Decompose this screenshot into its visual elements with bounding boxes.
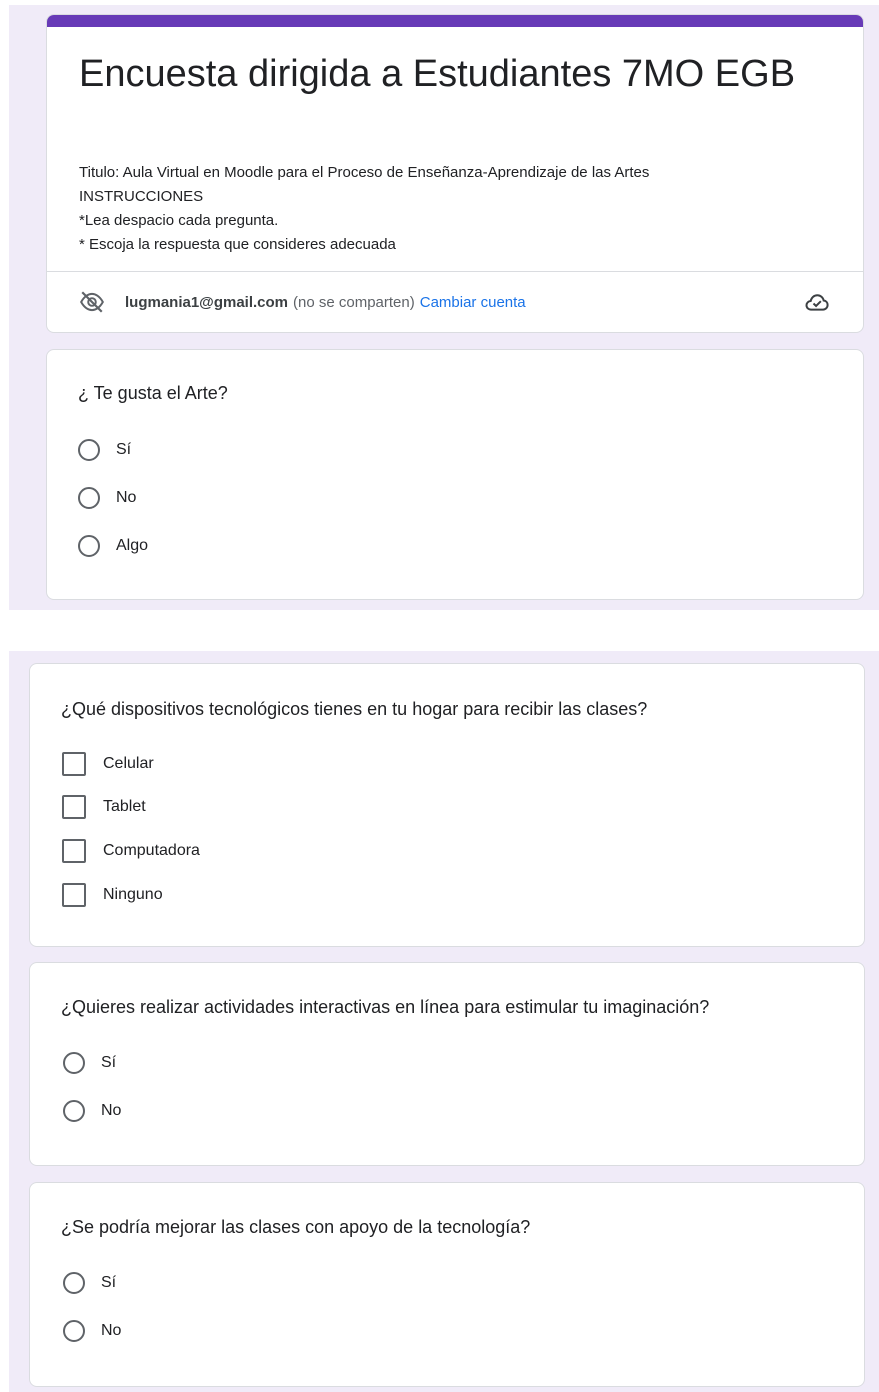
eye-off-icon	[79, 289, 105, 315]
question-card: ¿Quieres realizar actividades interactiv…	[29, 962, 865, 1166]
checkbox-option-computadora[interactable]: Computadora	[62, 839, 200, 863]
radio-option-no[interactable]: No	[78, 487, 136, 509]
option-label: No	[116, 489, 137, 506]
account-row: lugmania1@gmail.com (no se comparten) Ca…	[79, 271, 831, 332]
header-accent-bar	[47, 15, 863, 27]
option-label: Sí	[101, 1054, 117, 1071]
option-label: Sí	[101, 1274, 117, 1291]
question-title: ¿ Te gusta el Arte?	[78, 383, 228, 403]
description-line: *Lea despacio cada pregunta.	[79, 212, 279, 229]
radio-button[interactable]	[63, 1272, 85, 1294]
cloud-done-icon	[803, 288, 831, 316]
checkbox-option-tablet[interactable]: Tablet	[62, 795, 146, 819]
radio-option-algo[interactable]: Algo	[78, 535, 148, 557]
option-label: No	[101, 1102, 122, 1119]
radio-button[interactable]	[78, 439, 100, 461]
radio-option-no[interactable]: No	[63, 1100, 121, 1122]
option-label: Tablet	[103, 798, 146, 815]
radio-button[interactable]	[63, 1320, 85, 1342]
account-privacy-note: (no se comparten)	[293, 293, 415, 311]
radio-button[interactable]	[78, 535, 100, 557]
description-line: * Escoja la respuesta que consideres ade…	[79, 236, 396, 253]
checkbox[interactable]	[62, 752, 86, 776]
option-label: Ninguno	[103, 886, 163, 903]
question-card: ¿Se podría mejorar las clases con apoyo …	[29, 1182, 865, 1387]
description-line: INSTRUCCIONES	[79, 188, 204, 205]
form-description: Titulo: Aula Virtual en Moodle para el P…	[79, 161, 839, 257]
question-card: ¿Qué dispositivos tecnológicos tienes en…	[29, 663, 865, 947]
checkbox-option-ninguno[interactable]: Ninguno	[62, 883, 163, 907]
radio-button[interactable]	[78, 487, 100, 509]
switch-account-link[interactable]: Cambiar cuenta	[420, 294, 526, 311]
checkbox-option-celular[interactable]: Celular	[62, 752, 154, 776]
description-line: Titulo: Aula Virtual en Moodle para el P…	[79, 164, 650, 181]
option-label: No	[101, 1322, 122, 1339]
checkbox[interactable]	[62, 883, 86, 907]
radio-option-si[interactable]: Sí	[63, 1272, 116, 1294]
option-label: Celular	[103, 755, 154, 772]
checkbox[interactable]	[62, 839, 86, 863]
question-title: ¿Quieres realizar actividades interactiv…	[61, 997, 710, 1017]
radio-option-si[interactable]: Sí	[63, 1052, 116, 1074]
account-email: lugmania1@gmail.com	[125, 293, 289, 311]
radio-option-si[interactable]: Sí	[78, 439, 131, 461]
question-title: ¿Qué dispositivos tecnológicos tienes en…	[61, 699, 648, 719]
form-title: Encuesta dirigida a Estudiantes 7MO EGB	[79, 53, 796, 95]
checkbox[interactable]	[62, 795, 86, 819]
question-title: ¿Se podría mejorar las clases con apoyo …	[61, 1217, 531, 1237]
option-label: Computadora	[103, 842, 200, 859]
question-card: ¿ Te gusta el Arte? Sí No Algo	[46, 349, 864, 600]
radio-button[interactable]	[63, 1052, 85, 1074]
form-header-card: Encuesta dirigida a Estudiantes 7MO EGB …	[46, 14, 864, 333]
option-label: Algo	[116, 537, 149, 554]
radio-option-no[interactable]: No	[63, 1320, 121, 1342]
radio-button[interactable]	[63, 1100, 85, 1122]
option-label: Sí	[116, 441, 132, 458]
